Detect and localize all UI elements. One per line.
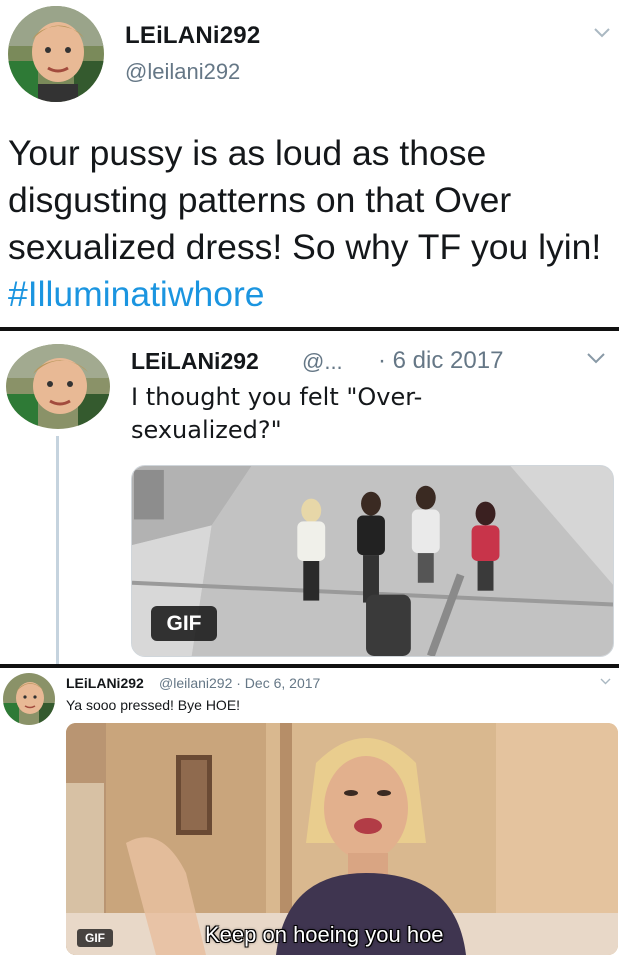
- gif-badge: GIF: [77, 929, 113, 947]
- avatar[interactable]: [3, 673, 55, 725]
- author-handle[interactable]: @...: [302, 349, 343, 375]
- chevron-down-icon[interactable]: [594, 28, 610, 38]
- gif-caption: Keep on hoeing you hoe: [205, 922, 444, 947]
- thread-line: [56, 436, 59, 664]
- author-name[interactable]: LEiLANi292: [66, 675, 144, 691]
- gif-media[interactable]: [66, 723, 618, 955]
- avatar[interactable]: [6, 344, 110, 429]
- author-name[interactable]: LEiLANi292: [131, 348, 259, 375]
- tweet-text: I thought you felt "Over-sexualized?": [131, 383, 423, 444]
- tweet-reply: LEiLANi292 @... · 6 dic 2017 I thought y…: [0, 331, 619, 664]
- chevron-down-icon[interactable]: [587, 353, 605, 364]
- author-name[interactable]: LEiLANi292: [125, 22, 260, 50]
- tweet-body: Your pussy is as loud as those disgustin…: [8, 133, 602, 267]
- author-handle[interactable]: @leilani292: [125, 59, 240, 85]
- hashtag-link[interactable]: #Illuminatiwhore: [8, 274, 265, 314]
- tweet-date[interactable]: · 6 dic 2017: [378, 347, 503, 375]
- avatar[interactable]: [8, 6, 104, 102]
- author-handle-date[interactable]: @leilani292 · Dec 6, 2017: [159, 675, 320, 691]
- tweet-reply-small: LEiLANi292 @leilani292 · Dec 6, 2017 Ya …: [0, 668, 619, 960]
- tweet-text: Ya sooo pressed! Bye HOE!: [66, 697, 241, 713]
- tweet-large: LEiLANi292 @leilani292 Your pussy is as …: [0, 0, 619, 327]
- gif-badge: GIF: [151, 606, 217, 641]
- chevron-down-icon[interactable]: [600, 678, 611, 685]
- tweet-text: Your pussy is as loud as those disgustin…: [8, 130, 613, 318]
